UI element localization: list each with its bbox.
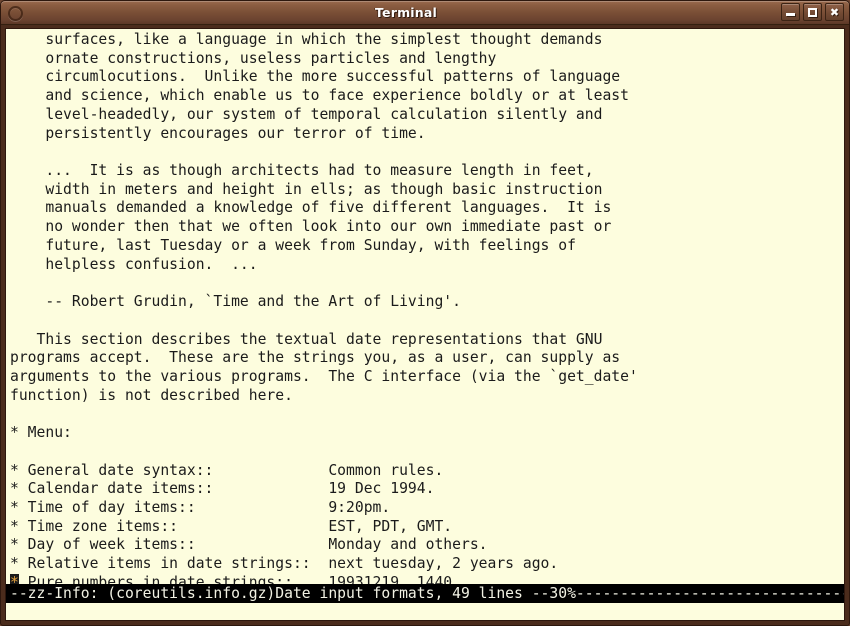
terminal-line: * General date syntax:: Common rules. — [10, 461, 444, 479]
terminal-screen-area[interactable]: surfaces, like a language in which the s… — [5, 28, 845, 621]
terminal-line: programs accept. These are the strings y… — [10, 349, 621, 367]
minimize-button[interactable] — [781, 3, 800, 21]
terminal-line: * Time of day items:: 9:20pm. — [10, 498, 391, 516]
terminal-line: and science, which enable us to face exp… — [10, 87, 629, 105]
terminal-line: persistently encourages our terror of ti… — [10, 124, 426, 142]
terminal-line: This section describes the textual date … — [10, 330, 603, 348]
terminal-line: -- Robert Grudin, `Time and the Art of L… — [10, 293, 461, 311]
maximize-button[interactable] — [803, 3, 822, 21]
terminal-line: ornate constructions, useless particles … — [10, 49, 497, 67]
terminal-line: level-headedly, our system of temporal c… — [10, 105, 603, 123]
window-menu-icon[interactable] — [8, 6, 23, 21]
window-controls: ✖ — [781, 3, 844, 21]
terminal-line: helpless confusion. ... — [10, 255, 258, 273]
terminal-line: * Relative items in date strings:: next … — [10, 555, 559, 573]
maximize-icon — [804, 4, 821, 20]
close-icon: ✖ — [829, 5, 840, 19]
terminal-line: future, last Tuesday or a week from Sund… — [10, 236, 576, 254]
terminal-line: * Day of week items:: Monday and others. — [10, 536, 488, 554]
close-button[interactable]: ✖ — [825, 3, 844, 21]
terminal-line: surfaces, like a language in which the s… — [10, 31, 603, 48]
terminal-line: manuals demanded a knowledge of five dif… — [10, 199, 612, 217]
terminal-line: no wonder then that we often look into o… — [10, 218, 612, 236]
terminal-window: Terminal ✖ surfaces, like a language in … — [0, 0, 850, 626]
terminal-line: width in meters and height in ells; as t… — [10, 180, 603, 198]
terminal-text-buffer[interactable]: surfaces, like a language in which the s… — [6, 29, 844, 620]
terminal-line: * Calendar date items:: 19 Dec 1994. — [10, 480, 435, 498]
terminal-line: * Menu: — [10, 424, 72, 442]
terminal-line: ... It is as though architects had to me… — [10, 162, 594, 180]
terminal-line: * Time zone items:: EST, PDT, GMT. — [10, 517, 453, 535]
info-status-line: --zz-Info: (coreutils.info.gz)Date input… — [6, 584, 844, 603]
terminal-line: circumlocutions. Unlike the more success… — [10, 68, 621, 86]
terminal-line: function) is not described here. — [10, 386, 293, 404]
minimize-icon — [782, 4, 799, 20]
window-title: Terminal — [374, 5, 438, 20]
window-titlebar[interactable]: Terminal ✖ — [1, 1, 849, 25]
terminal-line: arguments to the various programs. The C… — [10, 367, 638, 385]
